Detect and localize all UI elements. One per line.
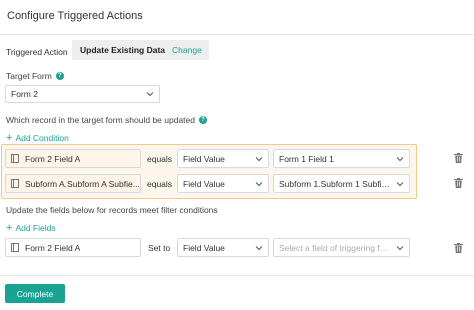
add-condition-button[interactable]: + Add Condition bbox=[6, 131, 69, 144]
triggered-action-name: Update Existing Data bbox=[80, 45, 166, 55]
target-form-label-text: Target Form bbox=[6, 71, 52, 81]
chevron-down-icon bbox=[391, 150, 409, 167]
condition-value: Subform 1.Subform 1 Subfield bbox=[279, 178, 391, 189]
triggered-action-label: Triggered Action bbox=[6, 47, 68, 57]
trash-icon[interactable] bbox=[454, 178, 463, 188]
condition-value-type-select[interactable]: Field Value bbox=[177, 149, 269, 168]
document-icon bbox=[11, 179, 19, 188]
condition-field-label: Subform A.Subform A Subfie... bbox=[25, 178, 140, 189]
update-field-label: Form 2 Field A bbox=[25, 242, 81, 253]
question-circle-icon: ? bbox=[199, 116, 207, 124]
document-icon bbox=[11, 154, 19, 163]
update-value-type-select[interactable]: Field Value bbox=[177, 238, 269, 257]
chevron-down-icon bbox=[391, 175, 409, 192]
dialog-title: Configure Triggered Actions bbox=[7, 10, 143, 22]
target-form-select[interactable]: Form 2 bbox=[5, 85, 160, 103]
chevron-down-icon bbox=[141, 86, 159, 102]
add-condition-label: Add Condition bbox=[15, 133, 69, 143]
filter-section-label-text: Which record in the target form should b… bbox=[6, 115, 195, 125]
update-section-label-text: Update the fields below for records meet… bbox=[6, 205, 218, 215]
complete-button[interactable]: Complete bbox=[5, 284, 65, 303]
triggered-action-value: Update Existing Data Change bbox=[72, 40, 209, 60]
chevron-down-icon bbox=[250, 150, 268, 167]
condition-value: Form 1 Field 1 bbox=[279, 153, 334, 164]
condition-field-label: Form 2 Field A bbox=[25, 153, 81, 164]
condition-value-type: Field Value bbox=[183, 178, 225, 189]
chevron-down-icon bbox=[391, 239, 409, 256]
condition-value-type-select[interactable]: Field Value bbox=[177, 174, 269, 193]
condition-value-type: Field Value bbox=[183, 153, 225, 164]
update-value-placeholder: Select a field of triggering fo... bbox=[279, 242, 391, 253]
footer-divider bbox=[0, 275, 474, 276]
plus-icon: + bbox=[6, 221, 13, 234]
chevron-down-icon bbox=[250, 239, 268, 256]
chevron-down-icon bbox=[250, 175, 268, 192]
update-section-label: Update the fields below for records meet… bbox=[6, 205, 218, 215]
update-field-1[interactable]: Form 2 Field A bbox=[5, 238, 141, 257]
update-value-select[interactable]: Select a field of triggering fo... bbox=[273, 238, 410, 257]
target-form-label: Target Form ? bbox=[6, 71, 64, 81]
update-value-type: Field Value bbox=[183, 242, 225, 253]
change-action-link[interactable]: Change bbox=[172, 45, 202, 55]
condition-operator: equals bbox=[147, 154, 173, 164]
trash-icon[interactable] bbox=[454, 153, 463, 163]
add-fields-button[interactable]: + Add Fields bbox=[6, 221, 56, 234]
question-circle-icon: ? bbox=[55, 72, 64, 80]
target-form-value: Form 2 bbox=[11, 89, 38, 99]
condition-value-select[interactable]: Form 1 Field 1 bbox=[273, 149, 410, 168]
title-divider bbox=[0, 34, 474, 35]
filter-section-label: Which record in the target form should b… bbox=[6, 115, 207, 125]
condition-field-1[interactable]: Form 2 Field A bbox=[5, 149, 141, 168]
trash-icon[interactable] bbox=[454, 243, 463, 253]
condition-field-2[interactable]: Subform A.Subform A Subfie... bbox=[5, 174, 141, 193]
condition-operator: equals bbox=[147, 179, 173, 189]
condition-value-select[interactable]: Subform 1.Subform 1 Subfield bbox=[273, 174, 410, 193]
update-operator: Set to bbox=[148, 243, 171, 253]
document-icon bbox=[11, 243, 19, 252]
add-fields-label: Add Fields bbox=[15, 223, 56, 233]
plus-icon: + bbox=[6, 131, 13, 144]
